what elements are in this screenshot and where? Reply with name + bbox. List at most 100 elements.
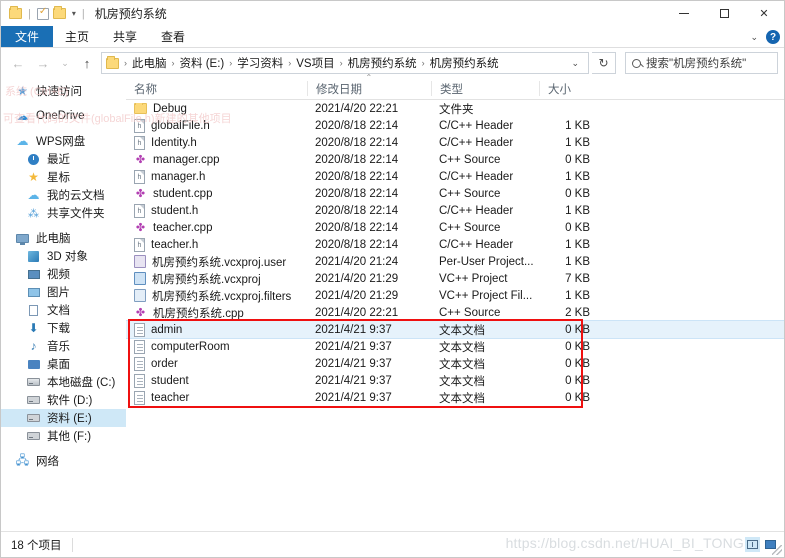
cell-name: ✤ 机房预约系统.cpp bbox=[126, 305, 307, 321]
search-input[interactable]: 搜索"机房预约系统" bbox=[646, 55, 746, 71]
chevron-down-icon[interactable]: ⌄ bbox=[750, 32, 758, 43]
sidebar-item-6[interactable]: ⁂ 共享文件夹 bbox=[1, 204, 126, 222]
sidebar-item-0[interactable]: ★ 快速访问 bbox=[1, 82, 126, 100]
new-folder-icon[interactable] bbox=[52, 6, 66, 19]
tab-home[interactable]: 主页 bbox=[53, 26, 101, 47]
cell-size: 1 KB bbox=[565, 204, 590, 217]
wps-cloud-icon: ☁ bbox=[16, 134, 29, 148]
chevron-down-icon[interactable]: ▾ bbox=[72, 9, 76, 18]
up-button[interactable]: ↑ bbox=[76, 52, 98, 74]
maximize-button[interactable] bbox=[704, 1, 744, 26]
minimize-icon bbox=[679, 13, 689, 14]
file-name-label: teacher bbox=[151, 391, 190, 404]
tab-share[interactable]: 共享 bbox=[101, 26, 149, 47]
cell-size: 0 KB bbox=[565, 357, 590, 370]
column-header-type[interactable]: 类型 bbox=[431, 81, 539, 96]
sidebar-item-10[interactable]: 图片 bbox=[1, 283, 126, 301]
table-row[interactable]: ✤ 机房预约系统.cpp 2021/4/20 22:21 C++ Source 2 KB bbox=[126, 304, 784, 321]
refresh-button[interactable]: ↻ bbox=[592, 52, 616, 74]
sidebar-item-14[interactable]: 桌面 bbox=[1, 355, 126, 373]
table-row[interactable]: 机房预约系统.vcxproj 2021/4/20 21:29 VC++ Projec… bbox=[126, 270, 784, 287]
properties-icon[interactable] bbox=[36, 6, 49, 20]
table-row[interactable]: computerRoom 2021/4/21 9:37 文本文档 0 KB bbox=[126, 338, 784, 355]
breadcrumb-item-project[interactable]: 机房预约系统 bbox=[345, 55, 420, 71]
sidebar-item-17[interactable]: 资料 (E:) bbox=[1, 409, 126, 427]
text-file-icon bbox=[134, 356, 145, 371]
file-name-label: 机房预约系统.cpp bbox=[153, 307, 244, 320]
network-icon: 🖧 bbox=[15, 452, 30, 467]
header-file-icon: h bbox=[134, 169, 145, 184]
file-name-label: manager.h bbox=[151, 170, 206, 183]
qat-divider-2: | bbox=[81, 7, 85, 20]
explorer-body: 系统 (Ctrl+E) 可查看代码的文件(globalFile.h)新建的其他项… bbox=[1, 73, 784, 531]
cell-size: 0 KB bbox=[565, 153, 590, 166]
user-project-icon bbox=[134, 255, 146, 268]
table-row[interactable]: h teacher.h 2020/8/18 22:14 C/C++ Header 1 K… bbox=[126, 236, 784, 253]
table-row[interactable]: h globalFile.h 2020/8/18 22:14 C/C++ Header… bbox=[126, 117, 784, 134]
sidebar-item-12[interactable]: ⬇ 下载 bbox=[1, 319, 126, 337]
documents-icon bbox=[26, 304, 41, 316]
table-row[interactable]: h student.h 2020/8/18 22:14 C/C++ Header 1 K… bbox=[126, 202, 784, 219]
tab-view[interactable]: 查看 bbox=[149, 26, 197, 47]
sidebar-item-5[interactable]: ☁ 我的云文档 bbox=[1, 186, 126, 204]
recent-locations-button[interactable]: ⌄ bbox=[57, 52, 73, 74]
sidebar-item-3[interactable]: 最近 bbox=[1, 150, 126, 168]
table-row[interactable]: h Identity.h 2020/8/18 22:14 C/C++ Header 1 … bbox=[126, 134, 784, 151]
forward-button[interactable]: → bbox=[32, 52, 54, 74]
file-explorer-window: | ▾ | 机房预约系统 ✕ 文件 主页 共享 查看 ⌄ ? ← → ⌄ ↑ › bbox=[0, 0, 785, 558]
tab-file[interactable]: 文件 bbox=[1, 26, 54, 47]
column-header-size[interactable]: 大小 bbox=[539, 81, 599, 96]
sidebar-item-19[interactable]: 🖧 网络 bbox=[1, 452, 126, 470]
column-header-date[interactable]: 修改日期 ⌃ bbox=[307, 73, 431, 96]
breadcrumb[interactable]: › 此电脑 › 资料 (E:) › 学习资料 › VS项目 › 机房预约系统 ›… bbox=[101, 52, 589, 74]
sidebar-item-1[interactable]: ☁ OneDrive bbox=[1, 107, 126, 125]
sidebar-item-4[interactable]: ★ 星标 bbox=[1, 168, 126, 186]
table-row[interactable]: ✤ teacher.cpp 2020/8/18 22:14 C++ Source 0 K… bbox=[126, 219, 784, 236]
sidebar-item-13[interactable]: ♪ 音乐 bbox=[1, 337, 126, 355]
breadcrumb-item-drive-e[interactable]: 资料 (E:) bbox=[177, 55, 228, 71]
table-row[interactable]: Debug 2021/4/20 22:21 文件夹 bbox=[126, 100, 784, 117]
back-button[interactable]: ← bbox=[7, 52, 29, 74]
sidebar-item-label: 图片 bbox=[47, 287, 70, 299]
table-row[interactable]: student 2021/4/21 9:37 文本文档 0 KB bbox=[126, 372, 784, 389]
sidebar-item-15[interactable]: 本地磁盘 (C:) bbox=[1, 373, 126, 391]
minimize-button[interactable] bbox=[664, 1, 704, 26]
folder-icon[interactable] bbox=[9, 6, 22, 19]
breadcrumb-item-this-pc[interactable]: 此电脑 bbox=[129, 55, 170, 71]
table-row[interactable]: admin 2021/4/21 9:37 文本文档 0 KB bbox=[126, 320, 784, 339]
table-row[interactable]: teacher 2021/4/21 9:37 文本文档 0 KB bbox=[126, 389, 784, 406]
cell-name: h student.h bbox=[126, 203, 307, 218]
close-button[interactable]: ✕ bbox=[744, 1, 784, 26]
cell-size: 1 KB bbox=[565, 119, 590, 132]
table-row[interactable]: ✤ manager.cpp 2020/8/18 22:14 C++ Source 0 K… bbox=[126, 151, 784, 168]
cell-date: 2020/8/18 22:14 bbox=[315, 221, 399, 234]
table-row[interactable]: 机房预约系统.vcxproj.user 2021/4/20 21:24 Per-Us… bbox=[126, 253, 784, 270]
search-box[interactable]: 搜索"机房预约系统" bbox=[625, 52, 778, 74]
breadcrumb-dropdown-icon[interactable]: ⌄ bbox=[564, 58, 586, 69]
sidebar-item-18[interactable]: 其他 (F:) bbox=[1, 427, 126, 445]
breadcrumb-item-current[interactable]: 机房预约系统 bbox=[427, 55, 502, 71]
breadcrumb-item-study[interactable]: 学习资料 bbox=[234, 55, 286, 71]
sidebar-item-7[interactable]: 此电脑 bbox=[1, 229, 126, 247]
cell-type: C++ Source bbox=[439, 221, 501, 234]
table-row[interactable]: order 2021/4/21 9:37 文本文档 0 KB bbox=[126, 355, 784, 372]
column-header-name[interactable]: 名称 bbox=[126, 81, 307, 96]
resize-grip[interactable] bbox=[772, 545, 782, 555]
table-row[interactable]: ✤ student.cpp 2020/8/18 22:14 C++ Source 0 K… bbox=[126, 185, 784, 202]
cell-type: 文本文档 bbox=[439, 358, 485, 371]
sidebar-item-8[interactable]: 3D 对象 bbox=[1, 247, 126, 265]
sidebar-item-16[interactable]: 软件 (D:) bbox=[1, 391, 126, 409]
sidebar-item-9[interactable]: 视频 bbox=[1, 265, 126, 283]
sidebar-item-11[interactable]: 文档 bbox=[1, 301, 126, 319]
details-view-button[interactable] bbox=[745, 537, 760, 552]
watermark-text: https://blog.csdn.net/HUAI_BI_TONG bbox=[505, 535, 744, 551]
cell-size: 0 KB bbox=[565, 391, 590, 404]
sidebar-item-2[interactable]: ☁ WPS网盘 bbox=[1, 132, 126, 150]
sidebar-item-label: 视频 bbox=[47, 269, 70, 281]
table-row[interactable]: 机房预约系统.vcxproj.filters 2021/4/20 21:29 VC+… bbox=[126, 287, 784, 304]
breadcrumb-item-vs-project[interactable]: VS项目 bbox=[293, 55, 337, 71]
help-icon[interactable]: ? bbox=[766, 30, 780, 44]
table-row[interactable]: h manager.h 2020/8/18 22:14 C/C++ Header 1 K… bbox=[126, 168, 784, 185]
cell-name: Debug bbox=[126, 102, 307, 115]
close-icon: ✕ bbox=[759, 8, 769, 20]
